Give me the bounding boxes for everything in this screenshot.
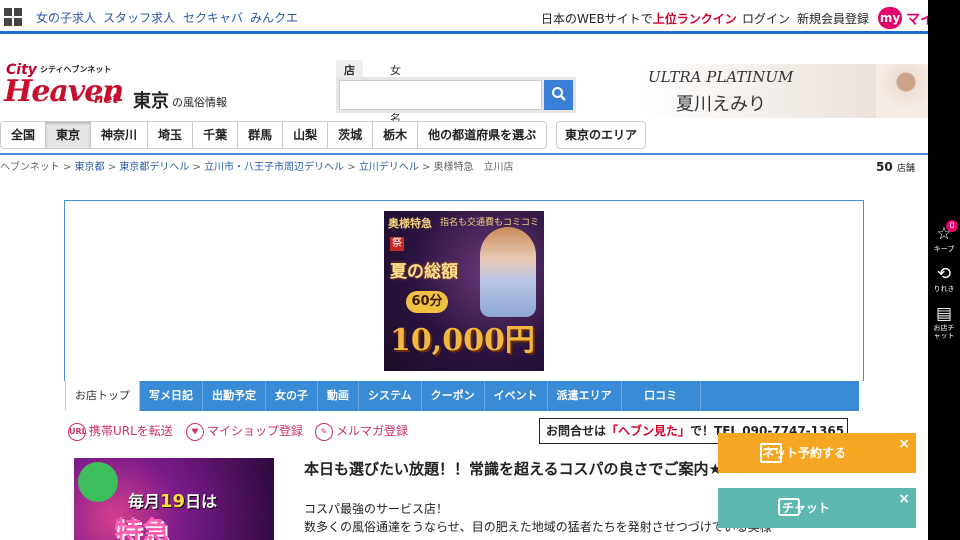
promo-minutes: 60分 [406,291,448,313]
pref-yamanashi[interactable]: 山梨 [282,121,328,149]
breadcrumb-item[interactable]: 東京都 [75,162,105,173]
side-chat-label: お店チャット [933,324,955,340]
shopnav-area[interactable]: 派遣エリア [548,381,622,411]
inquiry-prefix: お問合せは [546,424,607,438]
mailmag-link[interactable]: ✎ メルマガ登録 [315,422,408,441]
toplink-sekukyaba[interactable]: セクキャバ [183,9,243,26]
promo-headline: 夏の総額 [390,262,458,282]
myshop-link[interactable]: ♥ マイショップ登録 [186,422,303,441]
shopnav-event[interactable]: イベント [485,381,548,411]
calendar-icon [760,443,782,463]
pref-tochigi[interactable]: 栃木 [372,121,418,149]
shop-count-number: 50 [876,160,893,174]
side-history-label: りれき [933,285,955,293]
pref-tokyo[interactable]: 東京 [45,121,91,149]
tab-girl-name[interactable]: 女の子名 [382,60,409,125]
shop-count-unit: 店舗 [896,164,915,174]
shopnav-coupon[interactable]: クーポン [422,381,485,411]
breadcrumb: ヘブンネット > 東京都 > 東京都デリヘル > 立川市・八王子市周辺デリヘル … [0,162,514,173]
side-history[interactable]: ⟲ りれき [928,264,960,294]
pref-saitama[interactable]: 埼玉 [147,121,193,149]
toplink-staff-jobs[interactable]: スタッフ求人 [103,9,175,26]
area-subtitle: の風俗情報 [172,96,227,109]
search-icon [551,86,566,101]
net-reserve-button[interactable]: ネット予約する × [718,433,916,473]
pref-kanagawa[interactable]: 神奈川 [90,121,148,149]
banner-line1: ULTRA PLATINUM [648,68,794,86]
register-link[interactable]: 新規会員登録 [797,10,869,27]
chat-bubble-icon [778,498,800,516]
headline-sub: コスパ最強のサービス店！ [304,502,449,516]
url-icon: URL [68,422,87,441]
promo-banner[interactable]: 奥様特急 指名も交通費もコミコミ 祭 夏の総額 60分 10,000円 [384,211,544,371]
myshop-label: マイショップ登録 [207,424,304,438]
mail-edit-icon: ✎ [315,422,333,441]
mobile-url-label: 携帯URLを転送 [89,424,173,438]
promo-tagline: 指名も交通費もコミコミ [440,218,540,228]
banner-line2: 夏川えみり [676,94,766,115]
shopnav-girls[interactable]: 女の子 [266,381,318,411]
shopnav-schedule[interactable]: 出勤予定 [203,381,266,411]
shopnav-reviews[interactable]: 口コミ [622,381,701,411]
close-icon[interactable]: × [898,490,910,508]
side-keep-label: キープ [933,245,955,253]
tokyo-area-button[interactable]: 東京のエリア [556,121,647,149]
pref-gunma[interactable]: 群馬 [237,121,283,149]
shop-nav: お店トップ 写メ日記 出勤予定 女の子 動画 システム クーポン イベント 派遣… [65,381,859,411]
chat-button[interactable]: チャット × [718,488,916,528]
promo-price: 10,000円 [390,323,535,358]
keep-count-badge: 0 [946,220,958,232]
leaf-decoration [78,462,118,502]
site-logo[interactable]: City シティヘブンネット Heaven net [4,62,128,110]
promo-brand: 奥様特急 [388,217,432,230]
headline-title: 本日も選びたい放題！！常識を超えるコスパの良さでご案内★ [304,460,723,478]
side-keep[interactable]: ☆ 0 キープ [928,220,960,254]
history-icon: ⟲ [936,264,952,284]
breadcrumb-item[interactable]: 東京都デリヘル [119,162,189,173]
breadcrumb-current: 奥様特急 立川店 [433,162,514,173]
area-title: 東京 [133,91,169,112]
close-icon[interactable]: × [898,435,910,453]
breadcrumb-item[interactable]: 立川デリヘル [359,162,419,173]
shopnav-diary[interactable]: 写メ日記 [140,381,203,411]
tab-shop-name[interactable]: 店名 [336,60,363,93]
shop-chat-icon: ▤ [935,304,953,324]
headline-body: 数多くの風俗通達をうならせ、目の肥えた地域の猛者たちを発射させつづけている奥様 [304,520,772,534]
search-input[interactable] [339,80,542,110]
header-divider [0,153,928,155]
event-thumbnail[interactable]: 毎月19日は 特急 [74,458,274,540]
logo-net: net [94,92,119,107]
pref-chiba[interactable]: 千葉 [192,121,238,149]
banner-photo [876,64,930,118]
inquiry-highlight: 「ヘブン見た」 [606,424,691,438]
search-box [336,77,576,113]
breadcrumb-item[interactable]: ヘブンネット [0,162,60,173]
shopnav-video[interactable]: 動画 [318,381,359,411]
toplink-minkue[interactable]: みんクエ [250,9,298,26]
shop-count: 50 店舗 [876,160,915,174]
ranking-text: 日本のWEBサイトで上位ランクイン [541,12,737,26]
side-chat[interactable]: ▤ お店チャット [928,304,960,340]
breadcrumb-item[interactable]: 立川市・八王子市周辺デリヘル [204,162,344,173]
pref-all[interactable]: 全国 [0,121,46,149]
promo-photo [480,227,536,317]
mailmag-label: メルマガ登録 [336,424,409,438]
header-banner[interactable]: ULTRA PLATINUM 夏川えみり [640,64,930,118]
heart-icon: ♥ [186,422,204,441]
shopnav-system[interactable]: システム [359,381,422,411]
login-link[interactable]: ログイン [742,10,790,27]
top-bar: 女の子求人 スタッフ求人 セクキャバ みんクエ 日本のWEBサイトで上位ランクイ… [0,0,930,34]
promo-festival: 祭 [390,237,404,251]
mobile-url-link[interactable]: URL 携帯URLを転送 [68,422,173,441]
thumb-line2: 特急 [114,515,171,540]
thumb-line1: 毎月19日は [128,491,218,512]
prefecture-nav: 全国 東京 神奈川 埼玉 千葉 群馬 山梨 茨城 栃木 他の都道府県を選ぶ [0,121,548,149]
grid-menu-icon[interactable] [4,8,22,26]
pref-ibaraki[interactable]: 茨城 [327,121,373,149]
my-page-badge[interactable]: my [878,7,902,29]
pref-other[interactable]: 他の都道府県を選ぶ [417,121,548,149]
toplink-girls-jobs[interactable]: 女の子求人 [36,9,96,26]
search-button[interactable] [544,80,573,110]
shopnav-top[interactable]: お店トップ [65,381,140,411]
